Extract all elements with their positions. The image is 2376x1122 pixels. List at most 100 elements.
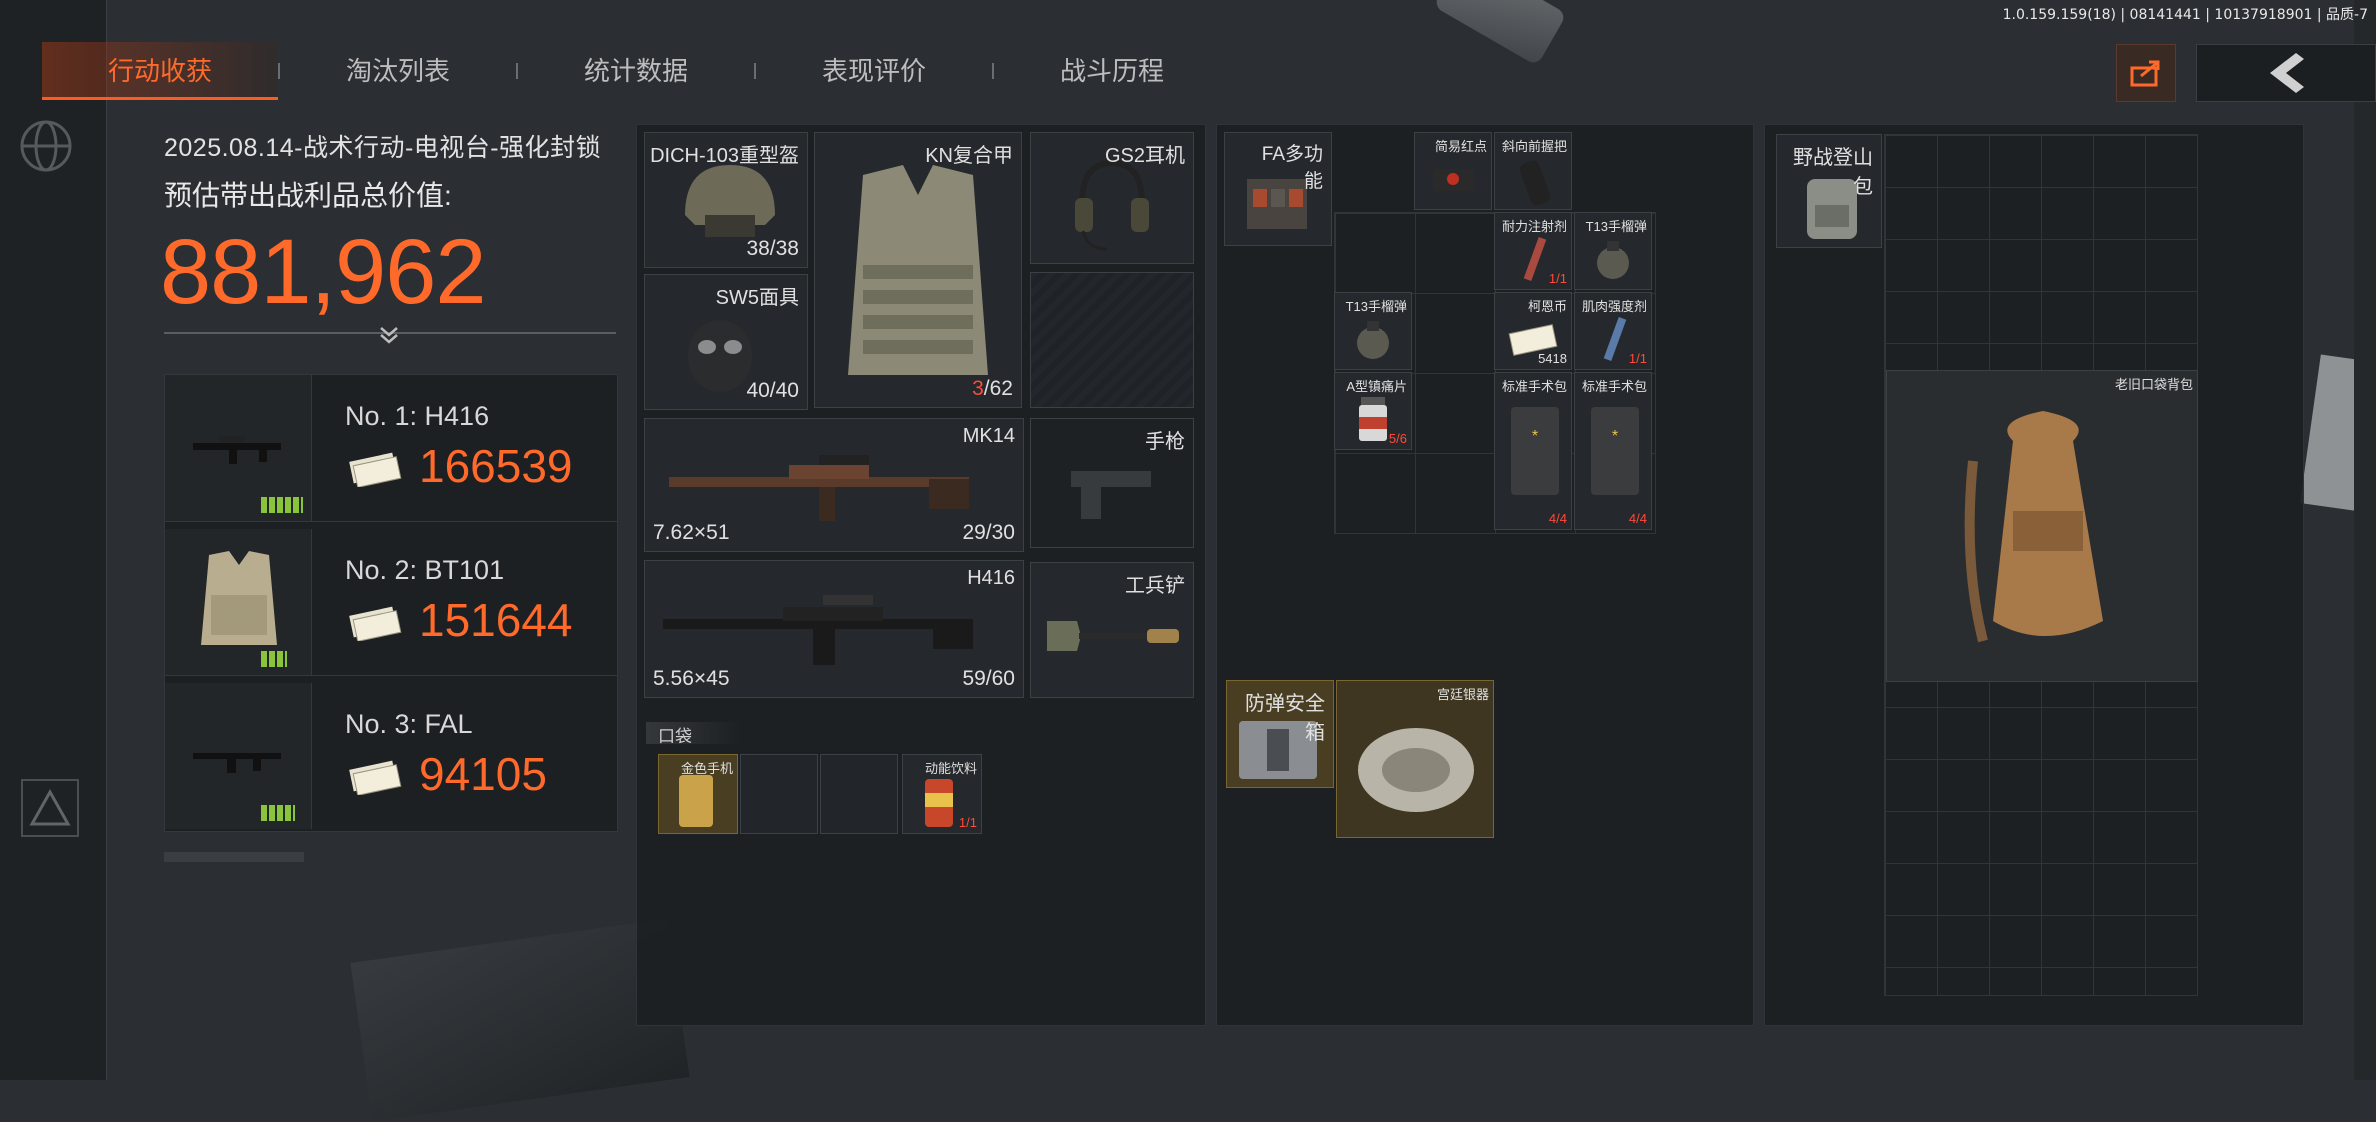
slot-label: FA多功能 xyxy=(1261,144,1323,192)
slot-label: H416 xyxy=(967,567,1015,589)
armor-slot[interactable]: KN复合甲 3/62 xyxy=(814,132,1022,408)
tab-action-harvest[interactable]: 行动收获 xyxy=(42,42,278,100)
headset-icon xyxy=(1075,159,1149,251)
pocket-slot[interactable] xyxy=(740,754,818,834)
rarity-badge xyxy=(261,805,295,821)
slot-label: 野战登山包 xyxy=(1793,147,1873,198)
rifle-icon xyxy=(669,455,969,521)
top-item-row[interactable]: No. 3: FAL 94105 xyxy=(165,683,617,829)
rig-item-slot[interactable]: T13手榴弹 xyxy=(1574,212,1652,290)
stack-count: 4/4 xyxy=(1628,511,1647,526)
background-shell-casing xyxy=(1433,0,1567,66)
tab-performance[interactable]: 表现评价 xyxy=(756,42,992,100)
shovel-icon xyxy=(1047,621,1179,651)
share-button[interactable] xyxy=(2116,44,2176,102)
rifle-icon xyxy=(193,436,281,464)
ammo-count: 29/30 xyxy=(962,521,1015,544)
surgery-kit-icon: * xyxy=(1591,407,1639,495)
total-value: 881,962 xyxy=(160,221,487,323)
tab-bar: 行动收获 淘汰列表 统计数据 表现评价 战斗历程 xyxy=(42,42,1230,100)
item-price: 151644 xyxy=(419,594,573,646)
cash-icon xyxy=(349,452,402,487)
primary-weapon-slot[interactable]: MK14 7.62×51 29/30 xyxy=(644,418,1024,552)
expand-down-icon[interactable] xyxy=(378,326,400,344)
back-button[interactable] xyxy=(2196,44,2376,102)
safe-box-slot[interactable]: 防弹安全箱 xyxy=(1226,680,1334,788)
backpack-slot[interactable]: 野战登山包 xyxy=(1776,134,1882,248)
caliber: 7.62×51 xyxy=(653,521,730,544)
stack-count: 5418 xyxy=(1538,351,1567,366)
stack-count: 1/1 xyxy=(958,815,977,830)
slot-label: 老旧口袋背包 xyxy=(2114,377,2193,392)
chest-rig-slot[interactable]: FA多功能 xyxy=(1224,132,1332,246)
stack-count: 1/1 xyxy=(1548,271,1567,286)
pocket-slot[interactable] xyxy=(820,754,898,834)
rig-item-slot[interactable]: * 标准手术包 4/4 xyxy=(1494,372,1572,530)
tab-statistics[interactable]: 统计数据 xyxy=(518,42,754,100)
grenade-icon xyxy=(1597,241,1629,279)
durability: 38/38 xyxy=(746,237,799,260)
top-item-row[interactable]: No. 1: H416 166539 xyxy=(165,375,617,522)
slot-label: KN复合甲 xyxy=(925,145,1013,167)
item-thumbnail xyxy=(165,375,312,521)
rig-item-slot[interactable]: 耐力注射剂 1/1 xyxy=(1494,212,1572,290)
svg-text:*: * xyxy=(1532,428,1538,445)
slot-label: 动能饮料 xyxy=(924,761,977,776)
pocket-label: 口袋 xyxy=(646,722,740,746)
item-price: 94105 xyxy=(419,748,547,800)
tab-battle-history[interactable]: 战斗历程 xyxy=(994,42,1230,100)
tab-elimination-list[interactable]: 淘汰列表 xyxy=(280,42,516,100)
safe-item-slot[interactable]: 宫廷银器 xyxy=(1336,680,1494,838)
ammo-count: 59/60 xyxy=(962,667,1015,690)
secondary-weapon-slot[interactable]: H416 5.56×45 59/60 xyxy=(644,560,1024,698)
headset-slot[interactable]: GS2耳机 xyxy=(1030,132,1194,264)
rig-item-slot[interactable]: 柯恩币 5418 xyxy=(1494,292,1572,370)
pocket-slot[interactable]: 金色手机 xyxy=(658,754,738,834)
slot-label: 耐力注射剂 xyxy=(1501,219,1567,234)
rig-item-slot[interactable]: T13手榴弹 xyxy=(1334,292,1412,370)
rig-item-slot[interactable]: 斜向前握把 xyxy=(1494,132,1572,210)
slot-label: 标准手术包 xyxy=(1501,379,1567,394)
decorative-text-line xyxy=(164,852,304,862)
slot-label: 标准手术包 xyxy=(1581,379,1647,394)
armor-vest-icon xyxy=(848,165,988,375)
rig-item-slot[interactable]: 肌肉强度剂 1/1 xyxy=(1574,292,1652,370)
pistol-slot[interactable]: 手枪 xyxy=(1030,418,1194,548)
rig-item-slot[interactable]: 简易红点 xyxy=(1414,132,1492,210)
durability: 3/62 xyxy=(972,377,1013,401)
pocket-slot[interactable]: 动能饮料 1/1 xyxy=(902,754,982,834)
rig-item-slot[interactable]: * 标准手术包 4/4 xyxy=(1574,372,1652,530)
slot-label: DICH-103重型盔 xyxy=(650,145,799,167)
top-item-row[interactable]: No. 2: BT101 151644 xyxy=(165,529,617,676)
chevron-left-icon xyxy=(2270,53,2304,93)
item-name: No. 1: H416 xyxy=(345,401,490,431)
pistol-icon xyxy=(1071,471,1151,519)
durability: 40/40 xyxy=(746,379,799,402)
warning-triangle-icon xyxy=(21,779,79,837)
slot-label: GS2耳机 xyxy=(1104,145,1185,167)
helmet-slot[interactable]: DICH-103重型盔 38/38 xyxy=(644,132,808,268)
slot-label: 肌肉强度剂 xyxy=(1581,299,1647,314)
rig-item-slot[interactable]: A型镇痛片 5/6 xyxy=(1334,372,1412,450)
cash-icon xyxy=(349,606,402,641)
slot-label: 手枪 xyxy=(1145,431,1185,453)
slot-label: T13手榴弹 xyxy=(1585,219,1647,234)
grenade-icon xyxy=(1357,321,1389,359)
item-thumbnail xyxy=(165,529,312,675)
version-info: 1.0.159.159(18) | 08141441 | 10137918901… xyxy=(2002,7,2368,23)
mask-slot[interactable]: SW5面具 40/40 xyxy=(644,274,808,410)
armor-vest-icon xyxy=(201,551,277,645)
empty-slot[interactable] xyxy=(1030,272,1194,408)
operation-title: 2025.08.14-战术行动-电视台-强化封锁 xyxy=(164,134,602,162)
slot-label: 防弹安全箱 xyxy=(1245,693,1325,744)
slot-label: MK14 xyxy=(962,425,1015,447)
red-dot-sight-icon xyxy=(1433,169,1473,191)
top-items-list: No. 1: H416 166539 No. 2: BT101 151644 N… xyxy=(164,374,618,832)
silver-plate-icon xyxy=(1358,728,1474,812)
cash-icon xyxy=(349,760,402,795)
right-decorative-rail xyxy=(2354,0,2376,1080)
slot-label: SW5面具 xyxy=(715,287,799,309)
globe-icon xyxy=(20,120,72,172)
melee-slot[interactable]: 工兵铲 xyxy=(1030,562,1194,698)
backpack-item-slot[interactable]: 老旧口袋背包 xyxy=(1886,370,2198,682)
